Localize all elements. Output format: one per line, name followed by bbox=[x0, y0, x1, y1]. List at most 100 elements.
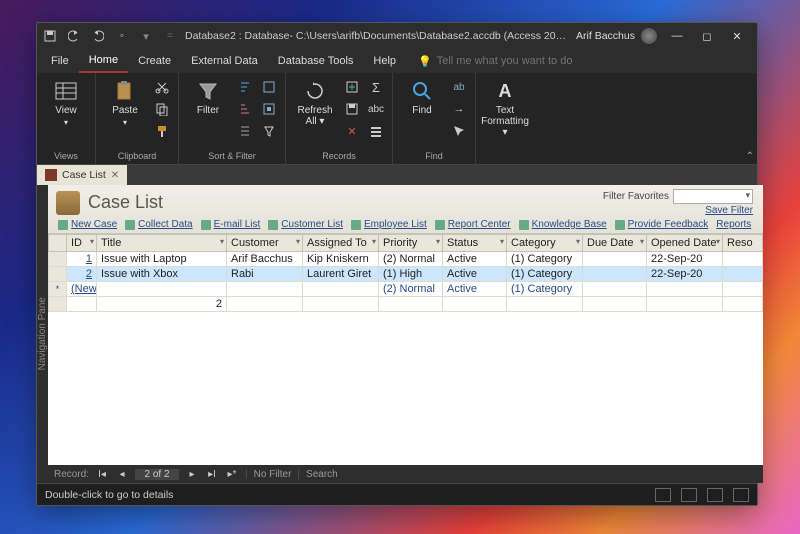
totals-icon[interactable]: Σ bbox=[368, 79, 384, 95]
sort-desc-icon[interactable] bbox=[237, 101, 253, 117]
collapse-ribbon-icon[interactable]: ⌃ bbox=[746, 151, 754, 162]
cell-reso[interactable] bbox=[723, 252, 763, 267]
find-button[interactable]: Find bbox=[401, 77, 443, 116]
cell-category[interactable]: (1) Category bbox=[507, 252, 583, 267]
link-reports[interactable]: Reports bbox=[716, 219, 751, 230]
minimize-button[interactable]: — bbox=[663, 26, 691, 46]
col-id[interactable]: ID▾ bbox=[67, 235, 97, 252]
new-record-row[interactable]: * (New) (2) Normal Active (1) Category bbox=[49, 282, 763, 297]
col-opened-date[interactable]: Opened Date▾ bbox=[647, 235, 723, 252]
form-view-icon[interactable] bbox=[655, 488, 671, 502]
cell-status[interactable]: Active bbox=[443, 252, 507, 267]
account-area[interactable]: Arif Bacchus bbox=[576, 28, 657, 44]
col-category[interactable]: Category▾ bbox=[507, 235, 583, 252]
cell-opened[interactable]: 22-Sep-20 bbox=[647, 267, 723, 282]
tab-help[interactable]: Help bbox=[363, 49, 406, 73]
table-row[interactable]: 1 Issue with Laptop Arif Bacchus Kip Kni… bbox=[49, 252, 763, 267]
table-row[interactable]: 2 Issue with Xbox Rabi Laurent Giret (1)… bbox=[49, 267, 763, 282]
close-button[interactable]: ✕ bbox=[723, 26, 751, 46]
cell-opened[interactable]: 22-Sep-20 bbox=[647, 252, 723, 267]
cell-priority[interactable]: (2) Normal bbox=[379, 252, 443, 267]
col-due-date[interactable]: Due Date▾ bbox=[583, 235, 647, 252]
tab-create[interactable]: Create bbox=[128, 49, 181, 73]
cell-due[interactable] bbox=[583, 282, 647, 297]
col-status[interactable]: Status▾ bbox=[443, 235, 507, 252]
cell-status[interactable]: Active bbox=[443, 282, 507, 297]
spelling-icon[interactable]: abc bbox=[368, 101, 384, 117]
link-knowledge-base[interactable]: Knowledge Base bbox=[519, 219, 607, 230]
filter-favorites-combo[interactable] bbox=[673, 189, 753, 204]
tell-me-input[interactable] bbox=[437, 55, 607, 67]
cell-customer[interactable] bbox=[227, 282, 303, 297]
cell-id[interactable]: (New) bbox=[67, 282, 97, 297]
prev-record-button[interactable]: ◂ bbox=[115, 469, 129, 480]
link-customer-list[interactable]: Customer List bbox=[268, 219, 343, 230]
tab-file[interactable]: File bbox=[41, 49, 79, 73]
cell-id[interactable]: 2 bbox=[67, 267, 97, 282]
link-provide-feedback[interactable]: Provide Feedback bbox=[615, 219, 709, 230]
cell-customer[interactable]: Rabi bbox=[227, 267, 303, 282]
replace-icon[interactable]: ab bbox=[451, 79, 467, 95]
advanced-filter-icon[interactable] bbox=[261, 101, 277, 117]
cell-priority[interactable]: (1) High bbox=[379, 267, 443, 282]
design-view-icon[interactable] bbox=[733, 488, 749, 502]
last-record-button[interactable]: ▸I bbox=[205, 469, 219, 480]
cell-title[interactable]: Issue with Xbox bbox=[97, 267, 227, 282]
filter-button[interactable]: Filter bbox=[187, 77, 229, 116]
record-position[interactable]: 2 of 2 bbox=[135, 469, 179, 480]
selection-filter-icon[interactable] bbox=[261, 79, 277, 95]
cut-icon[interactable] bbox=[154, 79, 170, 95]
link-email-list[interactable]: E-mail List bbox=[201, 219, 261, 230]
row-selector[interactable] bbox=[49, 252, 67, 267]
navigation-pane-toggle[interactable]: Navigation Pane bbox=[37, 185, 48, 483]
cell-assigned[interactable] bbox=[303, 282, 379, 297]
user-qat-icon[interactable]: ◦ bbox=[115, 29, 129, 43]
select-icon[interactable] bbox=[451, 123, 467, 139]
cell-opened[interactable] bbox=[647, 282, 723, 297]
cell-category[interactable]: (1) Category bbox=[507, 282, 583, 297]
new-record-nav-button[interactable]: ▸* bbox=[225, 469, 239, 480]
col-priority[interactable]: Priority▾ bbox=[379, 235, 443, 252]
link-collect-data[interactable]: Collect Data bbox=[125, 219, 192, 230]
cell-customer[interactable]: Arif Bacchus bbox=[227, 252, 303, 267]
cell-due[interactable] bbox=[583, 252, 647, 267]
cell-reso[interactable] bbox=[723, 267, 763, 282]
next-record-button[interactable]: ▸ bbox=[185, 469, 199, 480]
cell-assigned[interactable]: Kip Kniskern bbox=[303, 252, 379, 267]
undo-icon[interactable] bbox=[67, 29, 81, 43]
tab-home[interactable]: Home bbox=[79, 49, 128, 73]
link-report-center[interactable]: Report Center bbox=[435, 219, 511, 230]
row-selector-header[interactable] bbox=[49, 235, 67, 252]
col-assigned[interactable]: Assigned To▾ bbox=[303, 235, 379, 252]
cell-reso[interactable] bbox=[723, 282, 763, 297]
filter-status[interactable]: No Filter bbox=[254, 469, 292, 480]
datasheet-view-icon[interactable] bbox=[681, 488, 697, 502]
row-selector[interactable]: * bbox=[49, 282, 67, 297]
link-new-case[interactable]: New Case bbox=[58, 219, 117, 230]
cell-assigned[interactable]: Laurent Giret bbox=[303, 267, 379, 282]
refresh-all-button[interactable]: Refresh All ▾ bbox=[294, 77, 336, 127]
more-records-icon[interactable] bbox=[368, 123, 384, 139]
text-formatting-button[interactable]: A Text Formatting ▾ bbox=[484, 77, 526, 138]
format-painter-icon[interactable] bbox=[154, 123, 170, 139]
toggle-filter-icon[interactable] bbox=[261, 123, 277, 139]
save-icon[interactable] bbox=[43, 29, 57, 43]
save-filter-link[interactable]: Save Filter bbox=[705, 205, 753, 216]
qat-more-icon[interactable]: ▾ bbox=[139, 29, 153, 43]
save-record-icon[interactable] bbox=[344, 101, 360, 117]
search-label[interactable]: Search bbox=[306, 469, 338, 480]
cell-title[interactable] bbox=[97, 282, 227, 297]
col-customer[interactable]: Customer▾ bbox=[227, 235, 303, 252]
tab-database-tools[interactable]: Database Tools bbox=[268, 49, 364, 73]
datasheet[interactable]: ID▾ Title▾ Customer▾ Assigned To▾ Priori… bbox=[48, 234, 763, 465]
goto-icon[interactable]: → bbox=[451, 101, 467, 117]
cell-category[interactable]: (1) Category bbox=[507, 267, 583, 282]
delete-record-icon[interactable]: ✕ bbox=[344, 123, 360, 139]
clear-sort-icon[interactable] bbox=[237, 123, 253, 139]
first-record-button[interactable]: I◂ bbox=[95, 469, 109, 480]
doc-tab-case-list[interactable]: Case List ✕ bbox=[37, 165, 127, 185]
tab-external-data[interactable]: External Data bbox=[181, 49, 268, 73]
cell-id[interactable]: 1 bbox=[67, 252, 97, 267]
redo-icon[interactable] bbox=[91, 29, 105, 43]
new-record-icon[interactable] bbox=[344, 79, 360, 95]
